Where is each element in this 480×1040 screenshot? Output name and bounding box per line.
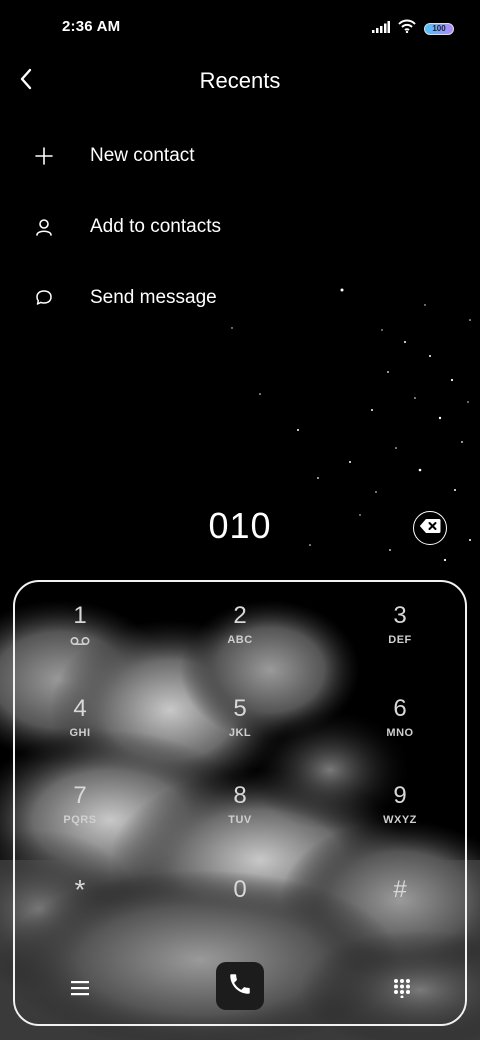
page-title: Recents — [199, 68, 281, 93]
key-3[interactable]: 3 DEF — [335, 596, 465, 676]
key-digit: 7 — [73, 782, 87, 809]
action-list: New contact Add to contacts Send message — [0, 120, 480, 333]
key-6[interactable]: 6 MNO — [335, 689, 465, 769]
dialpad-toggle-button[interactable] — [385, 973, 419, 1007]
key-0[interactable]: 0 — [175, 870, 305, 950]
menu-button[interactable] — [63, 973, 97, 1007]
new-contact-item[interactable]: New contact — [0, 120, 480, 191]
key-2[interactable]: 2 ABC — [175, 596, 305, 676]
key-digit: 0 — [233, 876, 247, 903]
key-9[interactable]: 9 WXYZ — [335, 776, 465, 856]
key-digit: 9 — [393, 782, 407, 809]
battery-icon: 100 — [424, 22, 454, 35]
key-7[interactable]: 7 PQRS — [15, 776, 145, 856]
key-digit: 4 — [73, 695, 87, 722]
key-digit: 6 — [393, 695, 407, 722]
key-letters: TUV — [228, 814, 252, 826]
key-1[interactable]: 1 — [15, 596, 145, 676]
wifi-icon — [398, 19, 416, 38]
key-digit: 1 — [73, 602, 87, 629]
status-time: 2:36 AM — [62, 18, 121, 35]
person-icon — [32, 215, 56, 239]
plus-icon — [32, 144, 56, 168]
key-digit: * — [74, 874, 86, 905]
voicemail-icon — [70, 636, 90, 646]
dialed-number: 010 — [208, 505, 272, 546]
dialer-screen: 2:36 AM 100 Recents New contact Add to c… — [0, 0, 480, 1040]
battery-level: 100 — [432, 23, 446, 33]
key-letters: ABC — [227, 634, 253, 646]
dialpad-icon — [393, 978, 411, 1003]
status-bar: 2:36 AM 100 — [0, 0, 480, 56]
new-contact-label: New contact — [90, 144, 195, 166]
key-letters: WXYZ — [383, 814, 417, 826]
key-hash[interactable]: # — [335, 870, 465, 950]
key-digit: 8 — [233, 782, 247, 809]
key-4[interactable]: 4 GHI — [15, 689, 145, 769]
chat-bubble-icon — [32, 286, 56, 310]
key-digit: 3 — [393, 602, 407, 629]
add-to-contacts-item[interactable]: Add to contacts — [0, 191, 480, 262]
add-to-contacts-label: Add to contacts — [90, 215, 221, 237]
key-letters: PQRS — [63, 814, 97, 826]
key-letters: JKL — [228, 727, 252, 739]
key-digit: 5 — [233, 695, 247, 722]
key-digit: # — [393, 876, 407, 903]
key-letters: GHI — [69, 727, 91, 739]
send-message-item[interactable]: Send message — [0, 262, 480, 333]
key-letters: MNO — [386, 727, 414, 739]
dialpad: 1 2 ABC 3 DEF 4 GHI 5 JKL 6 MNO 7 PQRS 8… — [13, 580, 467, 1026]
key-8[interactable]: 8 TUV — [175, 776, 305, 856]
key-5[interactable]: 5 JKL — [175, 689, 305, 769]
backspace-icon — [419, 518, 441, 539]
header: Recents — [0, 56, 480, 108]
key-letters: DEF — [388, 634, 412, 646]
call-button[interactable] — [216, 962, 264, 1010]
phone-icon — [227, 971, 253, 1002]
hamburger-menu-icon — [71, 980, 89, 1001]
delete-button[interactable] — [413, 511, 447, 545]
key-digit: 2 — [233, 602, 247, 629]
send-message-label: Send message — [90, 286, 217, 308]
key-star[interactable]: * — [15, 870, 145, 950]
signal-icon — [372, 20, 390, 38]
status-icons: 100 — [372, 19, 454, 38]
